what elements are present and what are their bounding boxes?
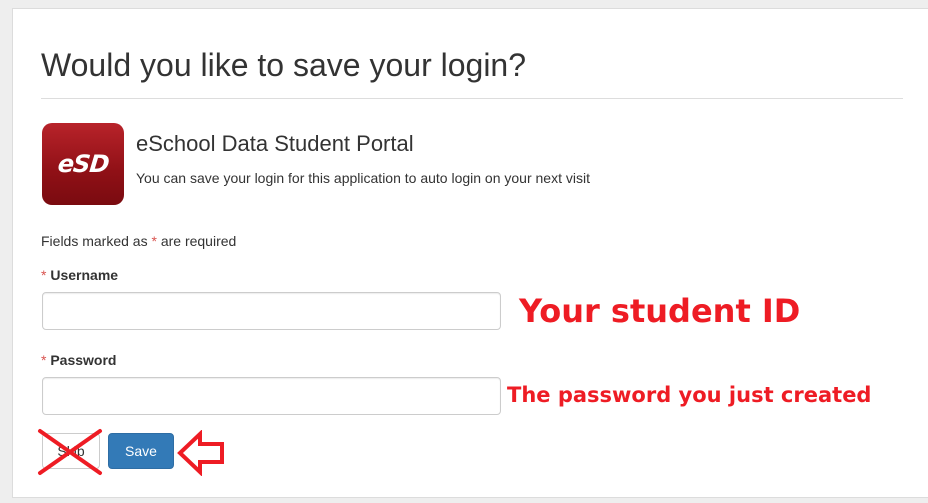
required-note-prefix: Fields marked as [41,233,152,249]
username-input[interactable] [42,292,501,330]
password-annotation: The password you just created [507,383,872,407]
required-note-suffix: are required [156,233,237,249]
app-name: eSchool Data Student Portal [136,131,414,156]
save-button[interactable]: Save [108,433,174,469]
username-annotation: Your student ID [519,292,801,330]
app-logo-text: eSD [56,150,110,178]
login-save-panel: Would you like to save your login? eSD e… [12,8,928,498]
password-label: * Password [41,352,116,368]
title-divider [41,98,903,99]
page-title: Would you like to save your login? [41,47,527,83]
username-label-text: Username [50,267,119,283]
red-left-arrow-icon [177,430,224,476]
password-required-star: * [41,352,47,368]
app-description: You can save your login for this applica… [136,170,590,186]
username-label: * Username [41,267,118,283]
required-fields-note: Fields marked as * are required [41,233,236,249]
username-required-star: * [41,267,47,283]
skip-button[interactable]: Skip [42,433,100,469]
app-logo: eSD [42,123,124,205]
password-input[interactable] [42,377,501,415]
password-label-text: Password [50,352,117,368]
